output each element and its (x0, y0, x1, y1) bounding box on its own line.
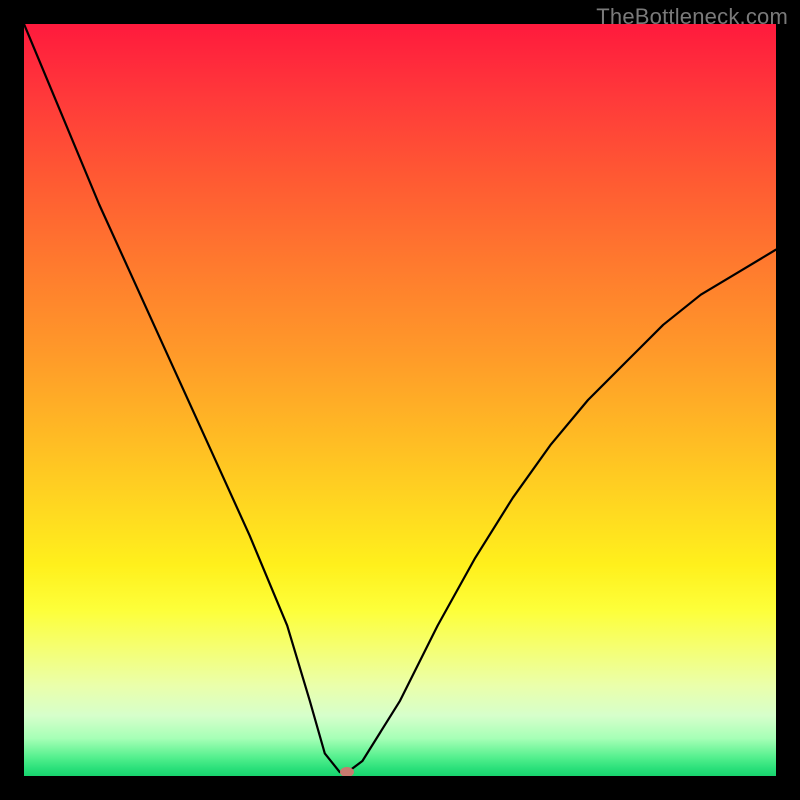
bottleneck-curve (24, 24, 776, 776)
optimum-marker (340, 767, 354, 776)
watermark-text: TheBottleneck.com (596, 4, 788, 30)
plot-area (24, 24, 776, 776)
chart-frame: TheBottleneck.com (0, 0, 800, 800)
